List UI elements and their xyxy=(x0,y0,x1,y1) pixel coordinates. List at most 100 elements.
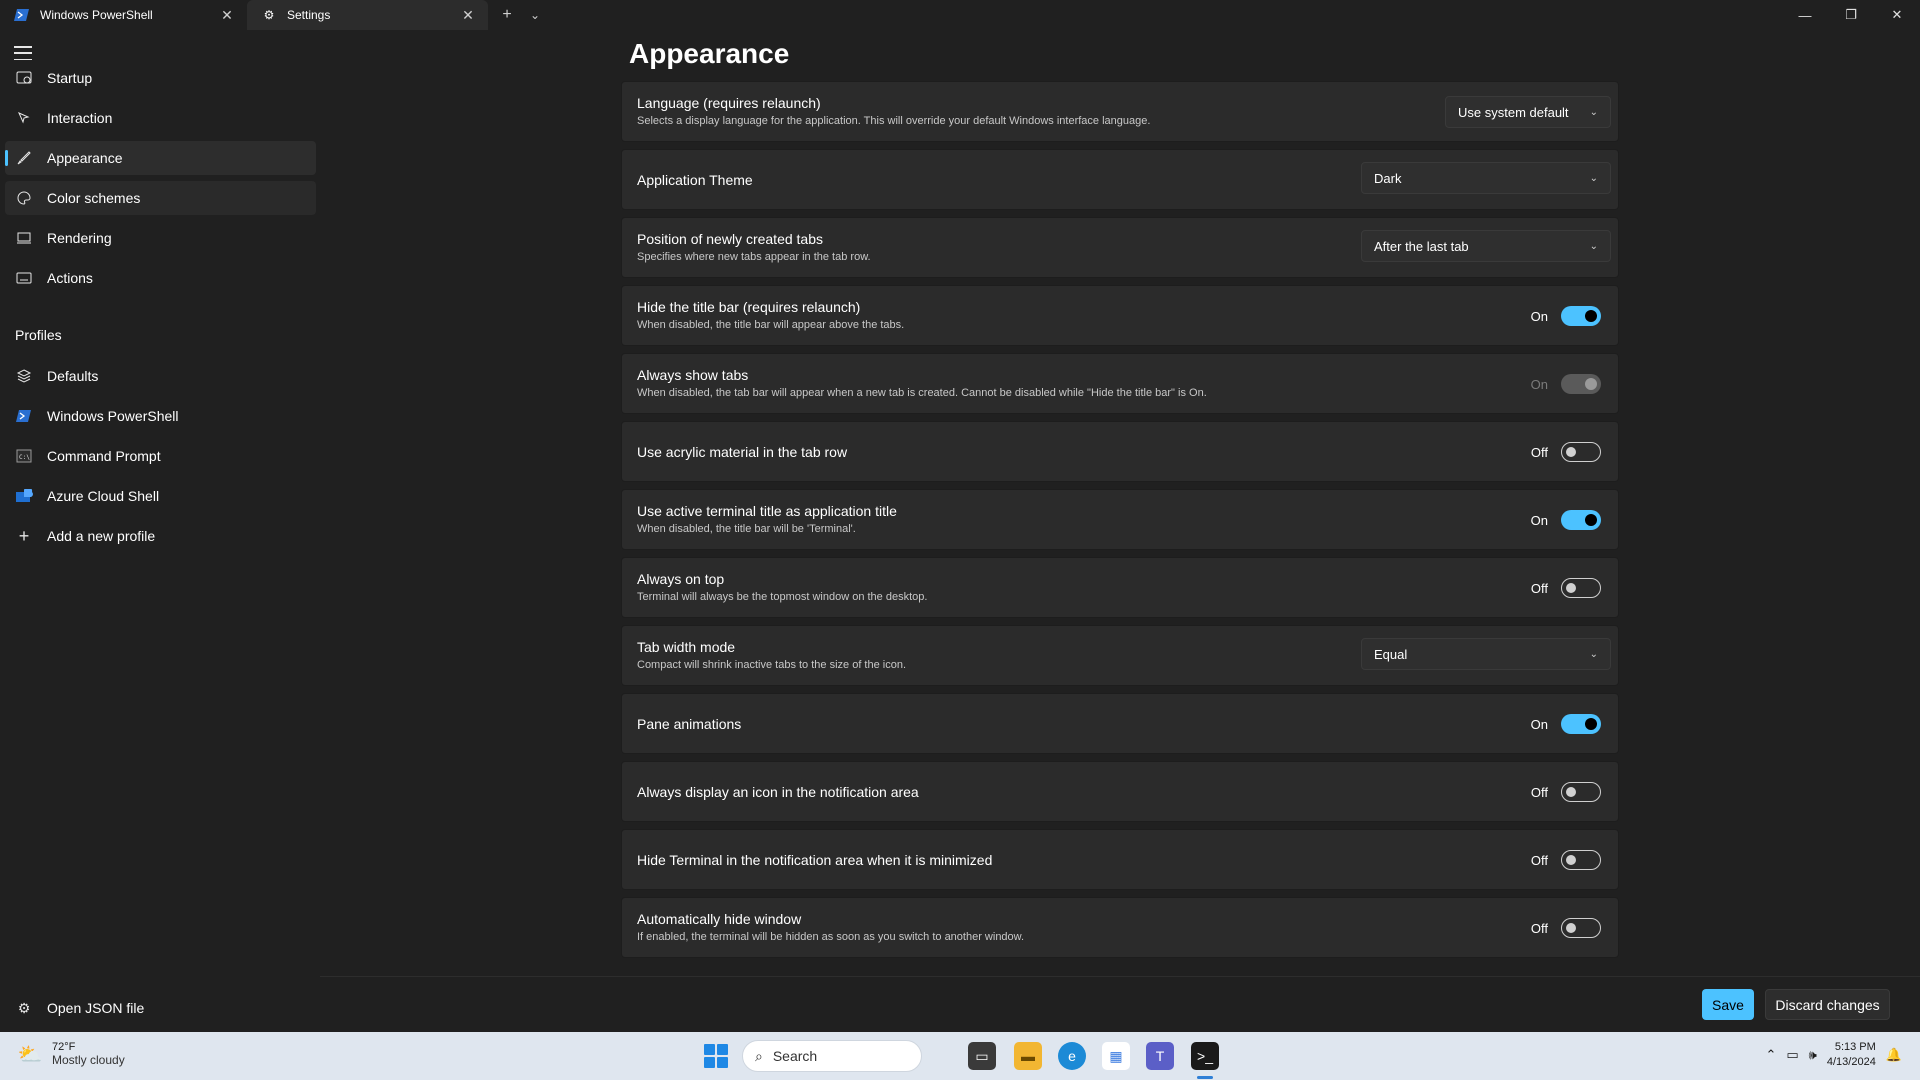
azure-icon xyxy=(15,487,33,505)
dropdown-value: Equal xyxy=(1374,646,1408,662)
setting-title: Position of newly created tabs xyxy=(637,231,823,247)
sidebar-item-label: Windows PowerShell xyxy=(47,408,179,424)
acrylic-tab-row-toggle[interactable] xyxy=(1561,442,1601,462)
setting-description: When disabled, the title bar will appear… xyxy=(637,319,905,331)
profiles-header: Profiles xyxy=(15,327,62,343)
palette-icon xyxy=(15,189,33,207)
active-app-indicator xyxy=(1197,1076,1213,1079)
sidebar-item-azure-cloud-shell[interactable]: Azure Cloud Shell xyxy=(5,479,316,513)
windows-start-icon[interactable] xyxy=(704,1044,728,1068)
setting-card-new-tab-position: Position of newly created tabs Specifies… xyxy=(621,217,1619,278)
sidebar-item-interaction[interactable]: Interaction xyxy=(5,101,316,135)
notification-icon-toggle[interactable] xyxy=(1561,782,1601,802)
setting-description: When disabled, the title bar will be 'Te… xyxy=(637,523,856,535)
toggle-state-label: Off xyxy=(1530,785,1548,800)
clock[interactable]: 5:13 PM 4/13/2024 xyxy=(1827,1040,1876,1070)
new-tab-position-dropdown[interactable]: After the last tab ⌄ xyxy=(1361,230,1611,262)
chevron-up-icon[interactable]: ⌃ xyxy=(1765,1047,1776,1063)
task-view-icon[interactable]: ▭ xyxy=(968,1042,996,1070)
clock-time: 5:13 PM xyxy=(1834,1041,1876,1053)
cloudy-weather-icon: ⛅ xyxy=(17,1043,43,1066)
setting-description: When disabled, the tab bar will appear w… xyxy=(637,387,1207,399)
setting-title: Hide the title bar (requires relaunch) xyxy=(637,299,861,315)
weather-widget[interactable]: ⛅ 72°F Mostly cloudy xyxy=(16,1041,125,1067)
chevron-down-icon: ⌄ xyxy=(1589,172,1598,184)
new-tab-button[interactable]: + xyxy=(492,0,522,30)
taskbar-search-box[interactable]: ⌕ Search xyxy=(742,1040,922,1072)
active-terminal-title-toggle[interactable] xyxy=(1561,510,1601,530)
teams-icon[interactable]: T xyxy=(1146,1042,1174,1070)
sidebar-item-windows-powershell[interactable]: Windows PowerShell xyxy=(5,399,316,433)
minimize-icon: — xyxy=(1798,7,1812,23)
tab-dropdown-button[interactable]: ⌄ xyxy=(522,0,548,30)
close-icon[interactable]: ✕ xyxy=(217,5,237,25)
sidebar-item-appearance[interactable]: Appearance xyxy=(5,141,316,175)
toggle-state-label: Off xyxy=(1530,921,1548,936)
sidebar-item-label: Rendering xyxy=(47,230,112,246)
brush-icon xyxy=(15,149,33,167)
discard-changes-button[interactable]: Discard changes xyxy=(1765,989,1890,1020)
hide-title-bar-toggle[interactable] xyxy=(1561,306,1601,326)
close-icon[interactable]: ✕ xyxy=(458,5,478,25)
tab-settings[interactable]: ⚙ Settings ✕ xyxy=(247,0,488,30)
sidebar-item-actions[interactable]: Actions xyxy=(5,261,316,295)
network-icon[interactable]: ▭ xyxy=(1786,1047,1798,1063)
minimize-to-notification-toggle[interactable] xyxy=(1561,850,1601,870)
tab-width-mode-dropdown[interactable]: Equal ⌄ xyxy=(1361,638,1611,670)
plus-icon: + xyxy=(18,525,30,546)
notification-bell-icon[interactable]: 🔔 xyxy=(1886,1047,1902,1063)
edge-browser-icon[interactable]: e xyxy=(1058,1042,1086,1070)
setting-title: Automatically hide window xyxy=(637,911,802,927)
weather-condition: Mostly cloudy xyxy=(52,1053,125,1067)
volume-icon[interactable]: 🕪 xyxy=(1809,1047,1817,1063)
sidebar-item-label: Actions xyxy=(47,270,93,286)
setting-title: Language (requires relaunch) xyxy=(637,95,821,111)
tab-windows-powershell[interactable]: Windows PowerShell ✕ xyxy=(0,0,247,30)
tab-label: Settings xyxy=(287,8,331,22)
dropdown-value: Use system default xyxy=(1458,104,1569,120)
plus-icon: + xyxy=(502,6,512,23)
cmd-icon: C:\ xyxy=(15,447,33,465)
setting-card-pane-animations: Pane animations On xyxy=(621,693,1619,754)
setting-title: Use acrylic material in the tab row xyxy=(637,444,848,460)
title-bar: Windows PowerShell ✕ ⚙ Settings ✕ + ⌄ — … xyxy=(0,0,1920,30)
monitor-icon xyxy=(15,229,33,247)
sidebar-item-rendering[interactable]: Rendering xyxy=(5,221,316,255)
setting-card-language: Language (requires relaunch) Selects a d… xyxy=(621,81,1619,142)
close-window-button[interactable]: ✕ xyxy=(1874,0,1920,30)
search-label: Search xyxy=(772,1048,818,1064)
taskbar: ⛅ 72°F Mostly cloudy ⌕ Search ▭ ▬ e ▦ T … xyxy=(0,1032,1920,1080)
always-on-top-toggle[interactable] xyxy=(1561,578,1601,598)
setting-title: Application Theme xyxy=(637,172,753,188)
dropdown-value: Dark xyxy=(1374,170,1402,186)
auto-hide-window-toggle[interactable] xyxy=(1561,918,1601,938)
setting-card-acrylic-tab-row: Use acrylic material in the tab row Off xyxy=(621,421,1619,482)
sidebar-item-command-prompt[interactable]: C:\ Command Prompt xyxy=(5,439,316,473)
sidebar-item-startup[interactable]: Startup xyxy=(5,61,316,95)
theme-dropdown[interactable]: Dark ⌄ xyxy=(1361,162,1611,194)
gear-icon: ⚙ xyxy=(17,999,31,1016)
restore-button[interactable]: ❐ xyxy=(1828,0,1874,30)
minimize-button[interactable]: — xyxy=(1782,0,1828,30)
open-json-file-button[interactable]: ⚙ Open JSON file xyxy=(5,991,316,1025)
svg-text:C:\: C:\ xyxy=(19,454,30,461)
sidebar-item-add-new-profile[interactable]: + Add a new profile xyxy=(5,519,316,553)
setting-card-always-on-top: Always on top Terminal will always be th… xyxy=(621,557,1619,618)
sidebar-item-label: Command Prompt xyxy=(47,448,161,464)
file-explorer-icon[interactable]: ▬ xyxy=(1014,1042,1042,1070)
setting-title: Always on top xyxy=(637,571,725,587)
toggle-state-label: Off xyxy=(1530,445,1548,460)
setting-description: If enabled, the terminal will be hidden … xyxy=(637,931,1025,943)
tab-label: Windows PowerShell xyxy=(40,8,153,22)
terminal-icon[interactable]: >_ xyxy=(1191,1042,1219,1070)
save-button[interactable]: Save xyxy=(1702,989,1754,1020)
pane-animations-toggle[interactable] xyxy=(1561,714,1601,734)
setting-description: Specifies where new tabs appear in the t… xyxy=(637,251,871,263)
hamburger-menu-icon[interactable] xyxy=(14,46,32,60)
language-dropdown[interactable]: Use system default ⌄ xyxy=(1445,96,1611,128)
sidebar-item-color-schemes[interactable]: Color schemes xyxy=(5,181,316,215)
sidebar-item-defaults[interactable]: Defaults xyxy=(5,359,316,393)
microsoft-store-icon[interactable]: ▦ xyxy=(1102,1042,1130,1070)
powershell-icon xyxy=(15,407,33,425)
sidebar: Startup Interaction Appearance Color sch… xyxy=(0,30,320,1031)
